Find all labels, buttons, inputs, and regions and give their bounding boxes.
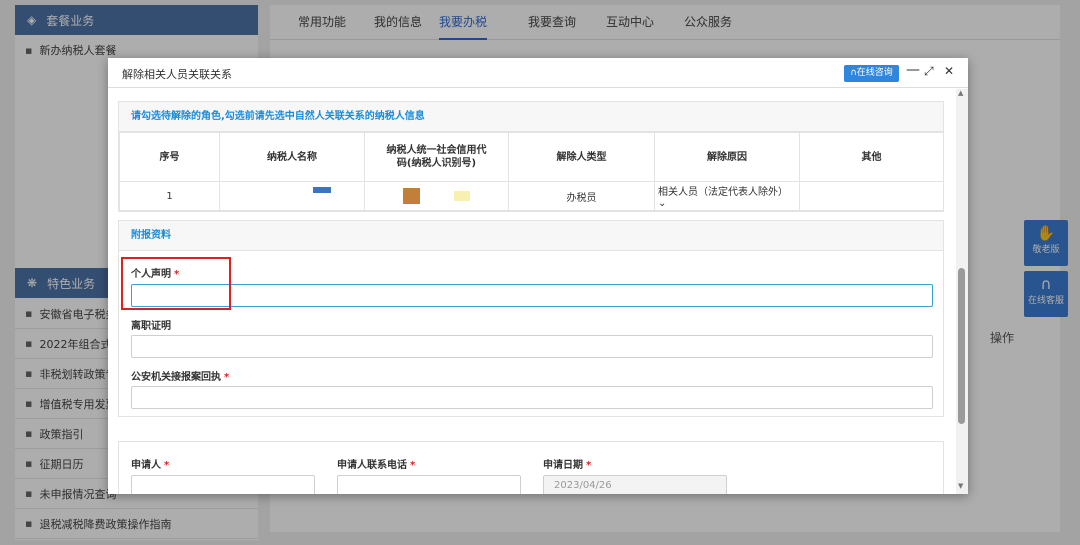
applicant-section: 申请人 * 申请人联系电话 * 申请日期 * 2023/04/26: [118, 441, 944, 494]
column-header: 序号: [119, 132, 220, 182]
column-header: 纳税人名称: [219, 132, 365, 182]
table-header-row: 序号 纳税人名称 纳税人统一社会信用代码(纳税人识别号) 解除人类型 解除原因 …: [119, 132, 944, 182]
other-cell: [799, 181, 944, 211]
column-header: 解除原因: [654, 132, 800, 182]
reason-select[interactable]: 相关人员（法定代表人除外） ⌄: [654, 181, 800, 211]
attachments-heading: 附报资料: [119, 221, 943, 251]
applicant-label: 申请人 *: [131, 460, 170, 471]
maximize-icon[interactable]: ⤢: [924, 64, 934, 79]
personal-statement-field[interactable]: [131, 284, 933, 307]
credit-code-cell: [364, 181, 509, 211]
column-header: 解除人类型: [508, 132, 655, 182]
police-receipt-field[interactable]: [131, 386, 933, 409]
dialog-titlebar: 解除相关人员关联关系 ∩在线咨询 — ⤢ ✕: [108, 58, 968, 88]
scroll-up-icon[interactable]: ▲: [958, 89, 963, 97]
online-consult-button[interactable]: ∩在线咨询: [844, 65, 899, 82]
redaction-mark: [313, 186, 331, 193]
role-section-heading: 请勾选待解除的角色,勾选前请先选中自然人关联关系的纳税人信息: [119, 102, 943, 132]
attachments-section: 附报资料 个人声明 * 离职证明 公安机关接报案回执 *: [118, 220, 944, 417]
police-receipt-label: 公安机关接报案回执 *: [131, 372, 230, 383]
role-table: 序号 纳税人名称 纳税人统一社会信用代码(纳税人识别号) 解除人类型 解除原因 …: [119, 132, 944, 211]
chevron-down-icon: ⌄: [658, 198, 667, 209]
minimize-icon[interactable]: —: [906, 62, 920, 78]
column-header: 纳税人统一社会信用代码(纳税人识别号): [364, 132, 509, 182]
apply-date-field: 2023/04/26: [543, 475, 727, 494]
applicant-phone-field[interactable]: [337, 475, 521, 494]
row-index: 1: [119, 181, 220, 211]
dissolve-relation-dialog: 解除相关人员关联关系 ∩在线咨询 — ⤢ ✕ 请勾选待解除的角色,勾选前请先选中…: [108, 58, 968, 494]
applicant-field[interactable]: [131, 475, 315, 494]
resignation-proof-field[interactable]: [131, 335, 933, 358]
highlight-box: [121, 257, 231, 310]
taxpayer-name-cell: [219, 181, 365, 211]
headset-icon: ∩: [850, 68, 857, 78]
relation-type-cell: 办税员: [508, 181, 655, 211]
redaction-mark: [403, 188, 421, 204]
role-section: 请勾选待解除的角色,勾选前请先选中自然人关联关系的纳税人信息 序号 纳税人名称 …: [118, 101, 944, 212]
close-icon[interactable]: ✕: [944, 64, 954, 78]
resignation-proof-label: 离职证明: [131, 321, 171, 332]
dialog-body: 请勾选待解除的角色,勾选前请先选中自然人关联关系的纳税人信息 序号 纳税人名称 …: [108, 89, 956, 494]
column-header: 其他: [799, 132, 944, 182]
dialog-title: 解除相关人员关联关系: [122, 68, 232, 81]
redaction-mark: [453, 191, 470, 201]
apply-date-label: 申请日期 *: [543, 460, 592, 471]
scrollbar-thumb[interactable]: [958, 268, 965, 424]
applicant-phone-label: 申请人联系电话 *: [337, 460, 416, 471]
scroll-down-icon[interactable]: ▼: [958, 482, 963, 490]
table-row[interactable]: 1 办税员 相关人员（法定代表人除外） ⌄: [119, 181, 944, 211]
